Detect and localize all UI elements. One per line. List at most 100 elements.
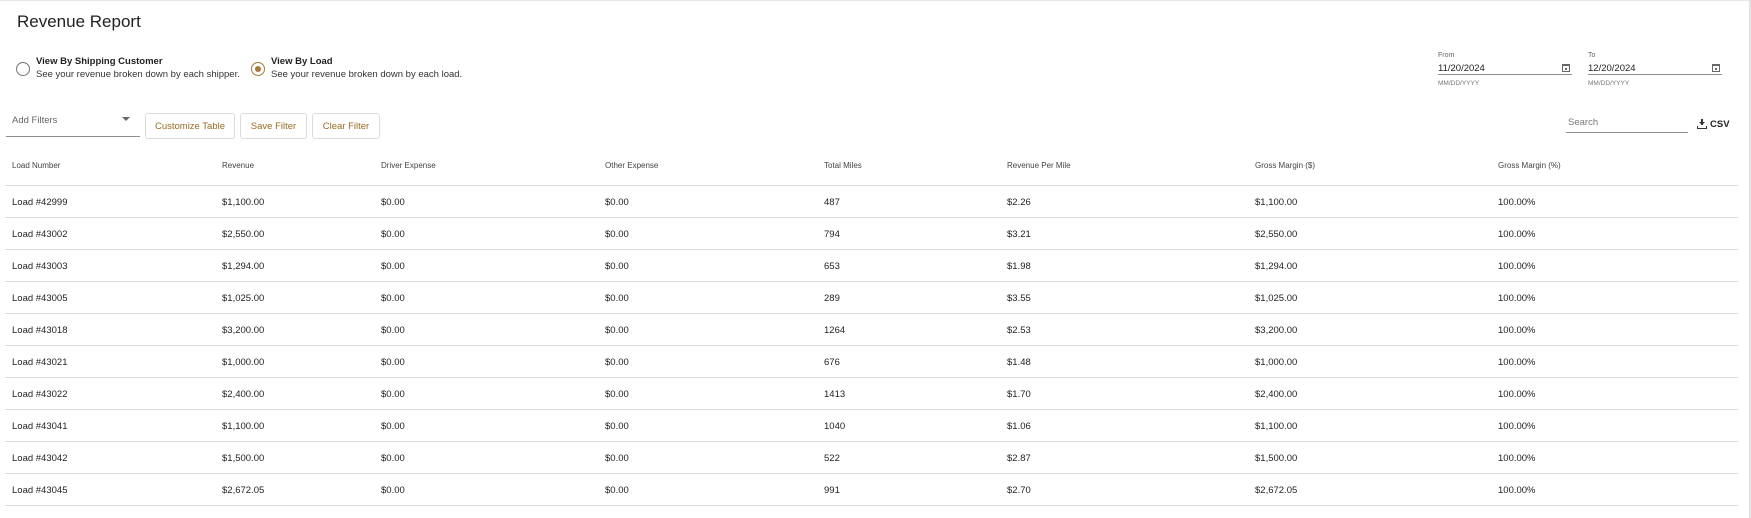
column-header[interactable]: Revenue — [222, 161, 254, 170]
table-cell: $0.00 — [605, 421, 629, 432]
table-cell: $0.00 — [605, 453, 629, 464]
table-cell: $1,025.00 — [1255, 293, 1298, 304]
table-cell: $2,672.05 — [222, 485, 265, 496]
table-cell: $1,100.00 — [222, 197, 265, 208]
table-cell: $1,100.00 — [222, 421, 265, 432]
table-cell: $1,294.00 — [1255, 261, 1298, 272]
table-row[interactable]: Load #43021 $1,000.00 $0.00 $0.00 676 $1.48 $1… — [5, 346, 1738, 378]
table-cell: Load #43018 — [12, 325, 68, 336]
table-row[interactable]: Load #43045 $2,672.05 $0.00 $0.00 991 $2.70 $2… — [5, 474, 1738, 506]
to-date-hint: MM/DD/YYYY — [1588, 80, 1630, 87]
view-by-shipping-customer-option[interactable]: View By Shipping Customer See your reven… — [16, 55, 240, 82]
table-cell: $0.00 — [605, 485, 629, 496]
customize-table-button[interactable]: Customize Table — [145, 113, 235, 139]
view-by-shipping-customer-radio[interactable] — [16, 62, 30, 76]
table-cell: $0.00 — [605, 325, 629, 336]
add-filters-select[interactable]: Add Filters — [6, 113, 140, 137]
csv-export-button[interactable]: CSV — [1697, 117, 1730, 131]
csv-label[interactable]: CSV — [1710, 119, 1730, 130]
download-icon[interactable] — [1697, 119, 1707, 129]
table-cell: $0.00 — [605, 261, 629, 272]
table-cell: $1,294.00 — [222, 261, 265, 272]
table-cell: 1264 — [824, 325, 846, 336]
calendar-icon[interactable] — [1712, 64, 1720, 72]
table-cell: $0.00 — [381, 357, 405, 368]
table-cell: $0.00 — [605, 357, 629, 368]
table-row[interactable]: Load #43041 $1,100.00 $0.00 $0.00 1040 $1.06 $… — [5, 410, 1738, 442]
clear-filter-button[interactable]: Clear Filter — [312, 113, 380, 139]
table-cell: Load #43003 — [12, 261, 68, 272]
table-cell: 100.00% — [1498, 197, 1536, 208]
table-row[interactable]: Load #42999 $1,100.00 $0.00 $0.00 487 $2.26 $1… — [5, 186, 1738, 218]
column-header[interactable]: Total Miles — [824, 161, 862, 170]
table-cell: $1,500.00 — [222, 453, 265, 464]
from-date-hint: MM/DD/YYYY — [1438, 80, 1480, 87]
table-row[interactable]: Load #43003 $1,294.00 $0.00 $0.00 653 $1.98 $1… — [5, 250, 1738, 282]
table-cell: $2,550.00 — [1255, 229, 1298, 240]
table-row[interactable]: Load #43005 $1,025.00 $0.00 $0.00 289 $3.55 $1… — [5, 282, 1738, 314]
table-cell: $0.00 — [381, 197, 405, 208]
table-header: Load Number Revenue Driver Expense Other… — [5, 155, 1738, 186]
table-cell: Load #42999 — [12, 197, 68, 208]
search-input[interactable]: Search — [1566, 114, 1688, 133]
table-row[interactable]: Load #43002 $2,550.00 $0.00 $0.00 794 $3.21 $2… — [5, 218, 1738, 250]
table-cell: $1,100.00 — [1255, 197, 1298, 208]
column-header[interactable]: Other Expense — [605, 161, 658, 170]
save-filter-button[interactable]: Save Filter — [240, 113, 307, 139]
table-cell: 289 — [824, 293, 840, 304]
option-description: See your revenue broken down by each shi… — [36, 69, 240, 80]
add-filters-label[interactable]: Add Filters — [12, 115, 57, 126]
table-cell: 100.00% — [1498, 485, 1536, 496]
from-date-value[interactable]: 11/20/2024 — [1438, 63, 1485, 74]
table-cell: 100.00% — [1498, 229, 1536, 240]
table-row[interactable]: Load #43042 $1,500.00 $0.00 $0.00 522 $2.87 $1… — [5, 442, 1738, 474]
table-cell: 676 — [824, 357, 840, 368]
table-cell: 100.00% — [1498, 357, 1536, 368]
table-cell: $1,000.00 — [1255, 357, 1298, 368]
to-date-input[interactable]: 12/20/2024 — [1588, 61, 1722, 75]
table-cell: $0.00 — [381, 325, 405, 336]
table-cell: 653 — [824, 261, 840, 272]
table-cell: $2.26 — [1007, 197, 1031, 208]
table-cell: $1,500.00 — [1255, 453, 1298, 464]
table-cell: $0.00 — [381, 229, 405, 240]
table-cell: $1.70 — [1007, 389, 1031, 400]
column-header[interactable]: Gross Margin (%) — [1498, 161, 1561, 170]
table-cell: $0.00 — [605, 229, 629, 240]
table-cell: $1.48 — [1007, 357, 1031, 368]
chevron-down-icon[interactable] — [122, 117, 130, 121]
table-cell: $2,400.00 — [222, 389, 265, 400]
table-row[interactable]: Load #43018 $3,200.00 $0.00 $0.00 1264 $2.53 $… — [5, 314, 1738, 346]
option-title: View By Load — [271, 56, 333, 67]
table-row[interactable]: Load #43022 $2,400.00 $0.00 $0.00 1413 $1.70 $… — [5, 378, 1738, 410]
column-header[interactable]: Load Number — [12, 161, 60, 170]
column-header[interactable]: Revenue Per Mile — [1007, 161, 1071, 170]
table-cell: $0.00 — [381, 293, 405, 304]
view-by-load-option[interactable]: View By Load See your revenue broken dow… — [251, 55, 462, 82]
table-cell: Load #43042 — [12, 453, 68, 464]
view-by-load-radio[interactable] — [251, 62, 265, 76]
table-cell: 100.00% — [1498, 293, 1536, 304]
from-date-input[interactable]: 11/20/2024 — [1438, 61, 1572, 75]
table-cell: 100.00% — [1498, 261, 1536, 272]
to-date-value[interactable]: 12/20/2024 — [1588, 63, 1636, 74]
table-cell: Load #43021 — [12, 357, 68, 368]
table-cell: $2,672.05 — [1255, 485, 1298, 496]
calendar-icon[interactable] — [1562, 64, 1570, 72]
page-title: Revenue Report — [17, 12, 141, 31]
table-cell: $1,100.00 — [1255, 421, 1298, 432]
table-cell: 100.00% — [1498, 325, 1536, 336]
table-cell: $2,550.00 — [222, 229, 265, 240]
search-placeholder[interactable]: Search — [1568, 117, 1598, 128]
table-cell: 794 — [824, 229, 840, 240]
table-cell: $0.00 — [381, 421, 405, 432]
table-cell: 100.00% — [1498, 421, 1536, 432]
table-cell: $0.00 — [605, 293, 629, 304]
column-header[interactable]: Gross Margin ($) — [1255, 161, 1315, 170]
table-cell: Load #43041 — [12, 421, 68, 432]
table-cell: 100.00% — [1498, 453, 1536, 464]
column-header[interactable]: Driver Expense — [381, 161, 436, 170]
table-row[interactable] — [5, 506, 1738, 518]
revenue-report-page: Revenue Report View By Shipping Customer… — [0, 0, 1751, 518]
table-cell: 991 — [824, 485, 840, 496]
